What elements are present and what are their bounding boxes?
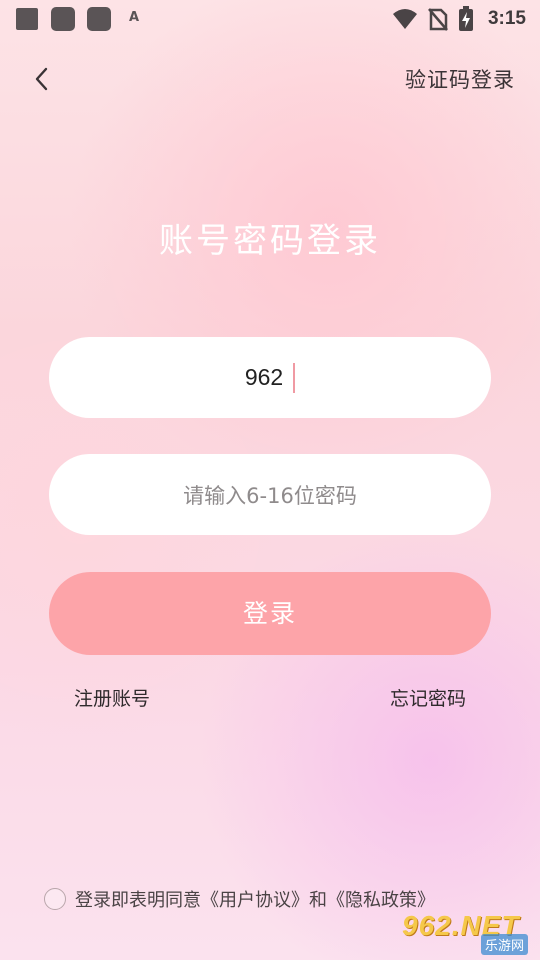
sms-code-login-link[interactable]: 验证码登录 (405, 64, 515, 94)
login-button[interactable]: 登录 (49, 572, 491, 655)
battery-charging-icon (458, 6, 473, 31)
font-icon: A (128, 10, 140, 25)
agreement-text[interactable]: 登录即表明同意《用户协议》和《隐私政策》 (75, 886, 435, 912)
watermark-sub: 乐游网 (480, 934, 528, 955)
status-bar: A 3:15 (0, 0, 540, 38)
text-caret (293, 362, 296, 393)
watermark-logo: 962.NET 乐游网 (402, 910, 532, 956)
wifi-icon (392, 9, 417, 29)
status-bar-right: 3:15 (392, 6, 526, 32)
app-notification-icon (87, 7, 111, 31)
back-button[interactable] (26, 62, 60, 96)
agreement-radio[interactable] (44, 888, 66, 910)
password-placeholder: 请输入6-16位密码 (183, 483, 357, 508)
no-sim-icon (428, 8, 448, 31)
account-input[interactable]: 962 (49, 337, 491, 418)
page-title: 账号密码登录 (159, 221, 381, 261)
app-notification-icon (51, 7, 75, 31)
account-input-value: 962 (244, 364, 284, 390)
app-notification-icon (16, 8, 38, 30)
agreement-row: 登录即表明同意《用户协议》和《隐私政策》 (44, 886, 435, 912)
password-input-content: 请输入6-16位密码 (49, 454, 491, 535)
clock: 3:15 (487, 8, 526, 29)
password-input[interactable]: 请输入6-16位密码 (49, 454, 491, 535)
chevron-left-icon (35, 67, 48, 91)
register-link[interactable]: 注册账号 (74, 684, 150, 711)
forgot-password-link[interactable]: 忘记密码 (390, 684, 466, 711)
account-input-content: 962 (49, 337, 491, 418)
